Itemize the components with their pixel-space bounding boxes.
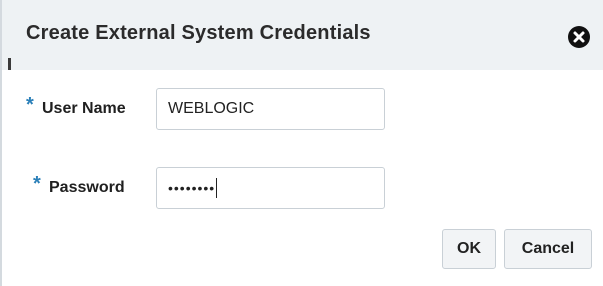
password-masked-value: ••••••••: [168, 180, 216, 196]
dialog-title: Create External System Credentials: [26, 22, 371, 44]
password-label: Password: [49, 179, 125, 196]
username-field[interactable]: WEBLOGIC: [156, 88, 385, 130]
required-star-password: *: [33, 173, 41, 195]
text-caret: [216, 178, 218, 198]
password-field[interactable]: ••••••••: [156, 167, 385, 209]
required-star-username: *: [26, 94, 34, 116]
left-edge-mark: [8, 58, 11, 70]
credentials-dialog: Create External System Credentials * Use…: [0, 0, 603, 286]
username-label: User Name: [42, 100, 126, 117]
close-icon[interactable]: [568, 26, 590, 48]
dialog-title-bar: Create External System Credentials: [2, 0, 603, 70]
ok-button[interactable]: OK: [442, 229, 496, 269]
cancel-button[interactable]: Cancel: [504, 229, 592, 269]
